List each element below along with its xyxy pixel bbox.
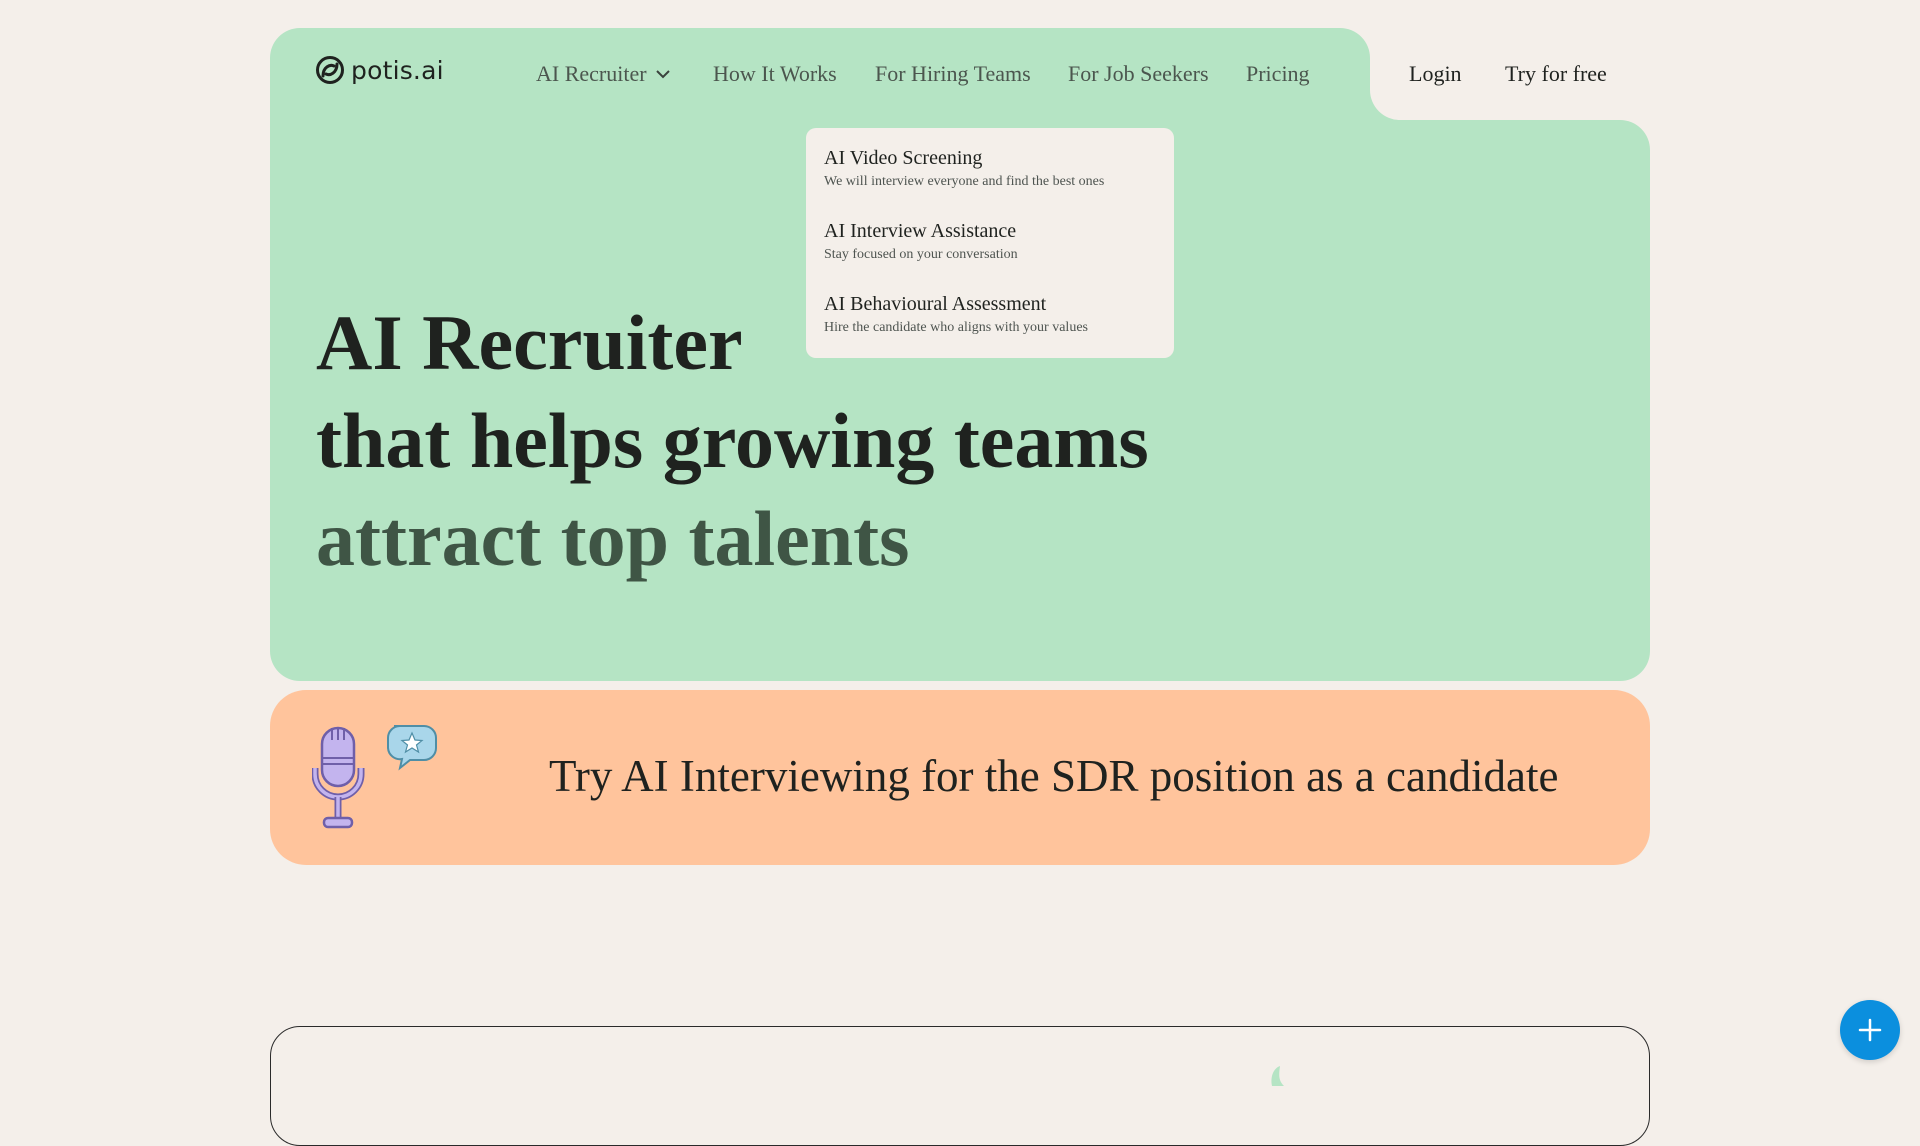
add-button[interactable]: [1840, 1000, 1900, 1060]
nav-item-for-job-seekers[interactable]: For Job Seekers: [1068, 61, 1209, 87]
menu-item-description: Hire the candidate who aligns with your …: [824, 320, 1088, 335]
brand-name: potis.ai: [351, 55, 444, 85]
nav-item-pricing[interactable]: Pricing: [1246, 61, 1310, 87]
try-for-free-link[interactable]: Try for free: [1505, 61, 1607, 87]
potis-logo-icon: [316, 56, 344, 84]
menu-item-ai-interview-assistance[interactable]: AI Interview Assistance Stay focused on …: [824, 218, 1156, 291]
headline-line-2: that helps growing teams: [316, 397, 1149, 484]
menu-item-description: We will interview everyone and find the …: [824, 174, 1105, 189]
microphone-icon: [312, 725, 437, 829]
nav-item-label: AI Recruiter: [536, 61, 647, 86]
headline-line-3: attract top talents: [316, 495, 910, 582]
menu-item-ai-behavioural-assessment[interactable]: AI Behavioural Assessment Hire the candi…: [824, 291, 1156, 364]
nav-item-for-hiring-teams[interactable]: For Hiring Teams: [875, 61, 1031, 87]
menu-item-ai-video-screening[interactable]: AI Video Screening We will interview eve…: [824, 145, 1156, 218]
login-link[interactable]: Login: [1409, 61, 1462, 87]
leaf-decoration-icon: [1271, 1066, 1284, 1086]
next-section-card: [270, 1026, 1650, 1146]
menu-item-title: AI Video Screening: [824, 147, 983, 169]
menu-item-title: AI Behavioural Assessment: [824, 293, 1047, 315]
menu-item-title: AI Interview Assistance: [824, 220, 1017, 242]
chevron-down-icon: [655, 70, 670, 79]
banner-text: Try AI Interviewing for the SDR position…: [549, 751, 1559, 801]
plus-icon: [1858, 1018, 1882, 1042]
brand-logo[interactable]: potis.ai: [315, 55, 444, 85]
menu-item-description: Stay focused on your conversation: [824, 247, 1018, 262]
ai-recruiter-dropdown-menu: AI Video Screening We will interview eve…: [806, 128, 1174, 358]
nav-item-how-it-works[interactable]: How It Works: [713, 61, 837, 87]
try-ai-interview-banner[interactable]: Try AI Interviewing for the SDR position…: [270, 690, 1650, 865]
nav-item-ai-recruiter[interactable]: AI Recruiter: [536, 61, 671, 87]
hero-section: potis.ai AI Recruiter How It Works For H…: [270, 28, 1650, 681]
